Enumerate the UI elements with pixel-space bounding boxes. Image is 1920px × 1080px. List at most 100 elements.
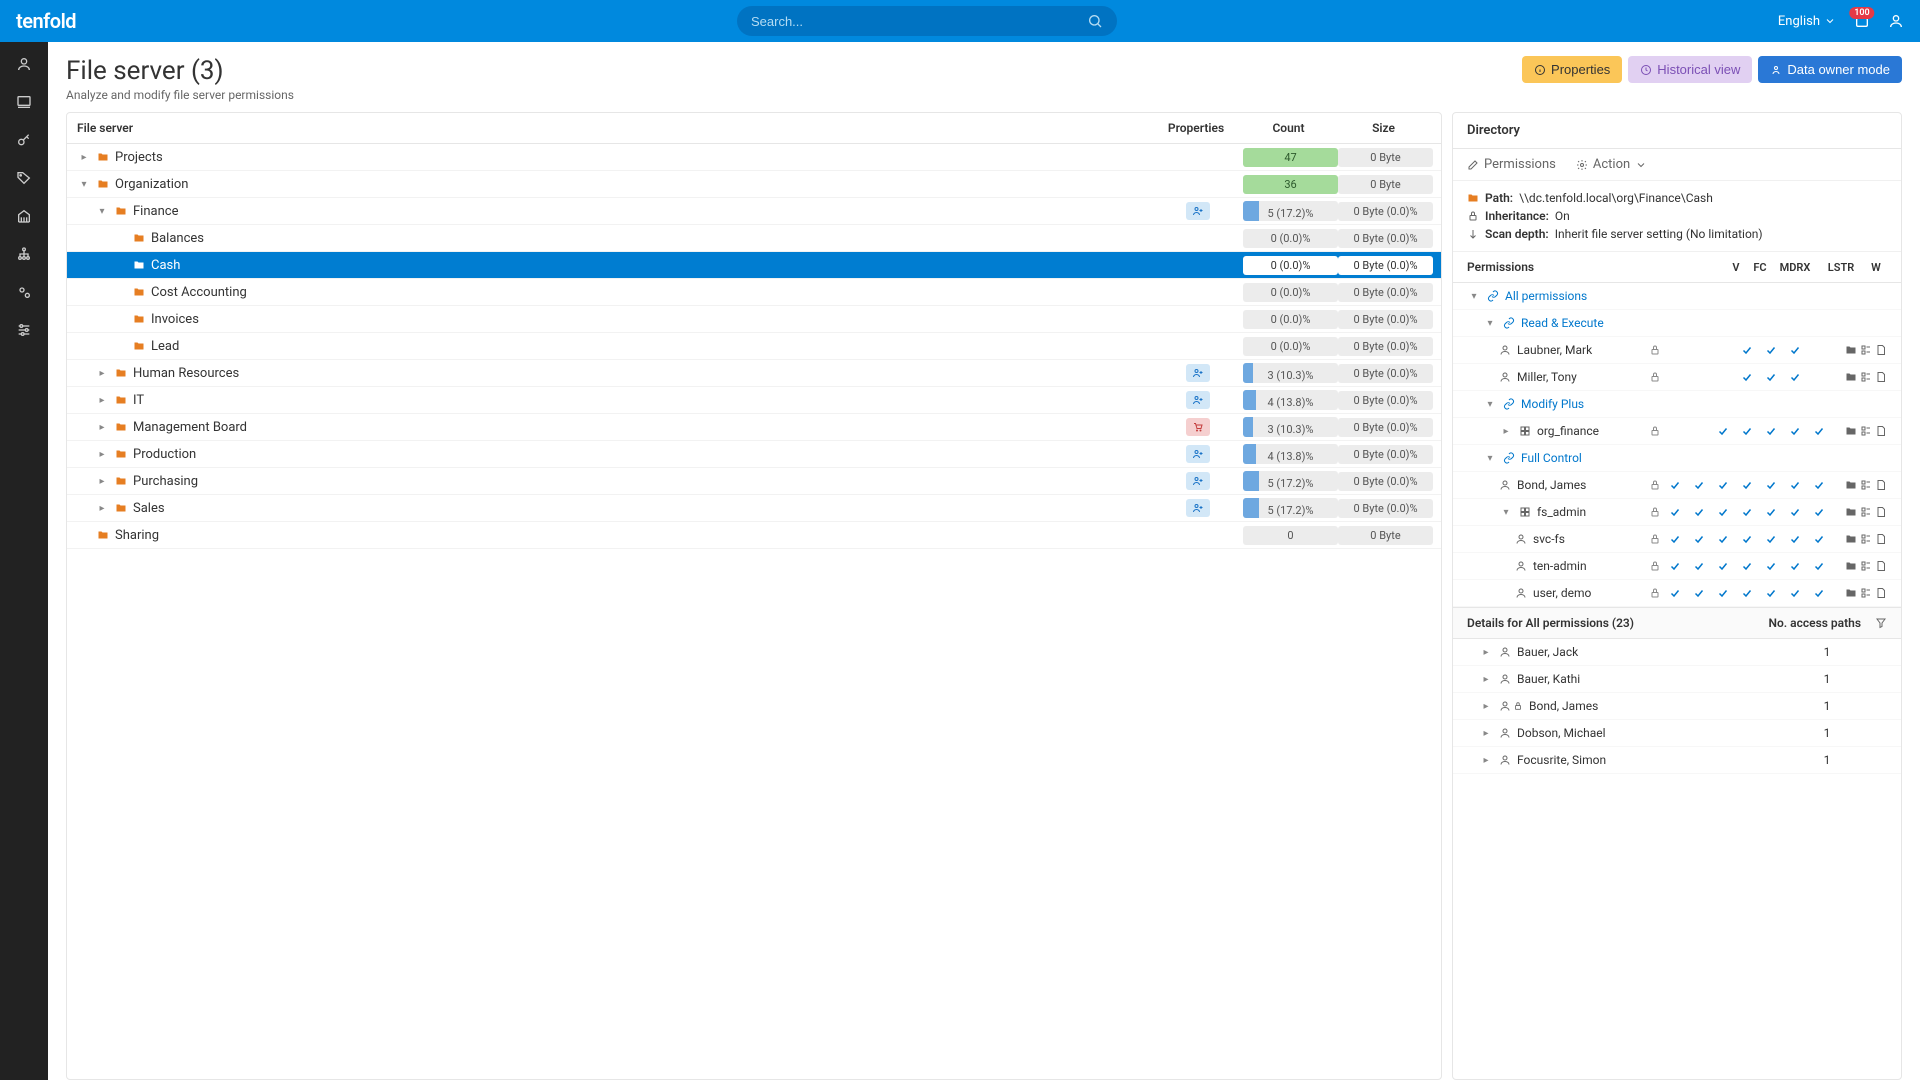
notification-badge: 100 <box>1849 7 1874 19</box>
search-box[interactable] <box>737 6 1117 36</box>
topbar: tenfold English 100 <box>0 0 1920 42</box>
sidenav-sliders[interactable] <box>16 322 32 338</box>
tree-item-label: Purchasing <box>133 474 198 489</box>
page-subtitle: Analyze and modify file server permissio… <box>66 88 294 102</box>
detail-row[interactable]: ▸Dobson, Michael 1 <box>1453 720 1901 747</box>
tree-row[interactable]: ▸ Production 4 (13.8)% 0 Byte (0.0)% <box>67 441 1441 468</box>
detail-row[interactable]: ▸Focusrite, Simon 1 <box>1453 747 1901 774</box>
tree-row[interactable]: ▸ Purchasing 5 (17.2)% 0 Byte (0.0)% <box>67 468 1441 495</box>
permission-row[interactable]: ▾Full Control <box>1453 445 1901 472</box>
permission-row[interactable]: ▾Modify Plus <box>1453 391 1901 418</box>
list-icon <box>1860 479 1872 491</box>
lock-icon <box>1649 344 1669 356</box>
lock-icon <box>1649 506 1669 518</box>
permission-row[interactable]: ▾All permissions <box>1453 283 1901 310</box>
lock-icon <box>1649 371 1669 383</box>
tree-row[interactable]: ▸ Projects 47 0 Byte <box>67 144 1441 171</box>
chevron-icon: ▾ <box>77 179 91 190</box>
sidenav-key[interactable] <box>16 132 32 148</box>
col-size: Size <box>1336 121 1431 135</box>
folder-icon <box>1845 506 1857 518</box>
list-icon <box>1860 425 1872 437</box>
folder-icon <box>97 178 109 190</box>
detail-row[interactable]: ▸Bauer, Jack 1 <box>1453 639 1901 666</box>
gear-icon <box>1576 159 1588 171</box>
list-icon <box>1860 371 1872 383</box>
tree-row[interactable]: ▾ Finance 5 (17.2)% 0 Byte (0.0)% <box>67 198 1441 225</box>
sidenav-tag[interactable] <box>16 170 32 186</box>
chevron-icon: ▸ <box>95 422 109 433</box>
permission-row[interactable]: Laubner, Mark <box>1453 337 1901 364</box>
tree-item-label: Cost Accounting <box>151 285 247 300</box>
historical-view-button[interactable]: Historical view <box>1628 56 1752 83</box>
folder-icon <box>115 394 127 406</box>
tree-row[interactable]: ▸ Sales 5 (17.2)% 0 Byte (0.0)% <box>67 495 1441 522</box>
chevron-icon: ▾ <box>1467 291 1481 302</box>
lock-icon <box>1649 479 1669 491</box>
file-icon <box>1875 560 1887 572</box>
sidenav-hierarchy[interactable] <box>16 246 32 262</box>
folder-icon <box>1845 344 1857 356</box>
tree-row[interactable]: ▸ Management Board 3 (10.3)% 0 Byte (0.0… <box>67 414 1441 441</box>
folder-icon <box>115 502 127 514</box>
permissions-header: Permissions <box>1467 260 1725 274</box>
filter-icon[interactable] <box>1875 617 1887 629</box>
folder-icon <box>133 259 145 271</box>
chevron-down-icon <box>1824 15 1836 27</box>
detail-row[interactable]: ▸Bond, James 1 <box>1453 693 1901 720</box>
col-count: Count <box>1241 121 1336 135</box>
directory-panel: Directory Permissions Action <box>1452 112 1902 1080</box>
chevron-down-icon <box>1635 159 1647 171</box>
sidenav-user[interactable] <box>16 56 32 72</box>
folder-icon <box>115 205 127 217</box>
properties-button[interactable]: Properties <box>1522 56 1622 83</box>
search-input[interactable] <box>751 14 1087 29</box>
folder-icon <box>115 421 127 433</box>
folder-icon <box>133 340 145 352</box>
tree-item-label: Production <box>133 447 196 462</box>
profile-button[interactable] <box>1888 13 1904 29</box>
tree-item-label: Balances <box>151 231 204 246</box>
folder-icon <box>97 151 109 163</box>
folder-icon <box>133 232 145 244</box>
tree-row[interactable]: Cash 0 (0.0)% 0 Byte (0.0)% <box>67 252 1441 279</box>
notification-button[interactable]: 100 <box>1854 13 1870 29</box>
detail-row[interactable]: ▸Bauer, Kathi 1 <box>1453 666 1901 693</box>
permission-row[interactable]: svc-fs <box>1453 526 1901 553</box>
chevron-icon: ▸ <box>1479 728 1493 739</box>
file-icon <box>1875 371 1887 383</box>
tree-row[interactable]: ▸ Human Resources 3 (10.3)% 0 Byte (0.0)… <box>67 360 1441 387</box>
data-owner-mode-button[interactable]: Data owner mode <box>1758 56 1902 83</box>
tree-row[interactable]: Sharing 0 0 Byte <box>67 522 1441 549</box>
logo: tenfold <box>16 9 76 33</box>
tree-row[interactable]: Lead 0 (0.0)% 0 Byte (0.0)% <box>67 333 1441 360</box>
tree-row[interactable]: Invoices 0 (0.0)% 0 Byte (0.0)% <box>67 306 1441 333</box>
tree-row[interactable]: Cost Accounting 0 (0.0)% 0 Byte (0.0)% <box>67 279 1441 306</box>
folder-icon <box>115 367 127 379</box>
tree-row[interactable]: ▾ Organization 36 0 Byte <box>67 171 1441 198</box>
tree-row[interactable]: ▸ IT 4 (13.8)% 0 Byte (0.0)% <box>67 387 1441 414</box>
folder-icon <box>97 529 109 541</box>
permission-row[interactable]: ▸org_finance <box>1453 418 1901 445</box>
action-dropdown[interactable]: Action <box>1576 157 1647 172</box>
tree-item-label: Human Resources <box>133 366 239 381</box>
file-icon <box>1875 587 1887 599</box>
permission-row[interactable]: ▾Read & Execute <box>1453 310 1901 337</box>
sidenav-building[interactable] <box>16 208 32 224</box>
permission-row[interactable]: Miller, Tony <box>1453 364 1901 391</box>
depth-icon <box>1467 228 1479 240</box>
chevron-icon: ▸ <box>1479 755 1493 766</box>
tree-row[interactable]: Balances 0 (0.0)% 0 Byte (0.0)% <box>67 225 1441 252</box>
sidenav-gears[interactable] <box>16 284 32 300</box>
sidenav-screen[interactable] <box>16 94 32 110</box>
chevron-icon: ▾ <box>1483 318 1497 329</box>
permissions-link[interactable]: Permissions <box>1467 157 1556 172</box>
permission-row[interactable]: user, demo <box>1453 580 1901 607</box>
chevron-icon: ▸ <box>1479 647 1493 658</box>
permission-row[interactable]: ▾fs_admin <box>1453 499 1901 526</box>
permission-row[interactable]: Bond, James <box>1453 472 1901 499</box>
language-selector[interactable]: English <box>1778 14 1836 29</box>
page-title: File server (3) <box>66 56 294 86</box>
info-icon <box>1534 64 1546 76</box>
permission-row[interactable]: ten-admin <box>1453 553 1901 580</box>
